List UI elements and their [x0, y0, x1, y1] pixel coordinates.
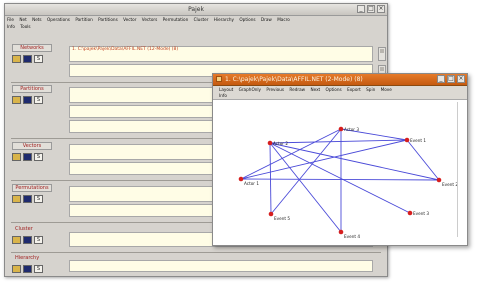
node-actor2[interactable] [267, 140, 273, 146]
hierarchy-dropdown[interactable] [69, 260, 373, 272]
vectors-icons: S [12, 153, 54, 161]
menu-spin[interactable]: Spin [366, 87, 375, 92]
networks-value: 1. C:\pajek\Pajek\Data\AFFIL.NET (12-Mod… [72, 47, 179, 52]
open-folder-icon[interactable] [12, 195, 21, 203]
draw-window-title: 1. C:\pajek\Pajek\Data\AFFIL.NET (2-Mode… [225, 76, 363, 83]
draw-side-border [457, 102, 465, 237]
node-label-event1: Event 1 [410, 138, 426, 143]
node-label-actor3: Actor 3 [344, 127, 359, 132]
edge-actor2-event3 [269, 142, 411, 214]
draw-minimize-button[interactable]: _ [437, 75, 445, 83]
save-icon[interactable] [23, 265, 32, 273]
edge-actor2-event1 [269, 139, 408, 144]
menu-vector[interactable]: Vector [123, 17, 136, 22]
menu-nets[interactable]: Nets [32, 17, 42, 22]
menu-redraw[interactable]: Redraw [289, 87, 305, 92]
hierarchy-icons: S [12, 265, 54, 273]
open-folder-icon[interactable] [12, 265, 21, 273]
menu-operations[interactable]: Operations [47, 17, 70, 22]
open-folder-icon[interactable] [12, 55, 21, 63]
networks-scrollbar[interactable] [378, 47, 386, 61]
permutations-icons: S [12, 195, 54, 203]
main-window-title: Pajek [188, 6, 204, 13]
network-canvas[interactable]: Actor 3 Actor 2 Event 1 Actor 1 Event 2 Event… [213, 100, 459, 245]
node-event2[interactable] [436, 177, 442, 183]
save-icon[interactable] [23, 55, 32, 63]
select-icon[interactable]: S [34, 236, 43, 244]
menu-vectors[interactable]: Vectors [142, 17, 158, 22]
maximize-button[interactable]: □ [367, 5, 375, 13]
select-icon[interactable]: S [34, 265, 43, 273]
node-event5[interactable] [268, 211, 274, 217]
main-menubar: File Net Nets Operations Partition Parti… [7, 17, 369, 23]
menu-file[interactable]: File [7, 17, 14, 22]
draw-maximize-button[interactable]: □ [447, 75, 455, 83]
menu-previous[interactable]: Previous [266, 87, 284, 92]
menu-permutation[interactable]: Permutation [163, 17, 189, 22]
menu-partitions[interactable]: Partitions [98, 17, 118, 22]
main-menubar-row2: Info Tools [7, 24, 35, 30]
save-icon[interactable] [23, 195, 32, 203]
open-folder-icon[interactable] [12, 96, 21, 104]
edge-actor1-event1 [240, 139, 408, 180]
draw-window: 1. C:\pajek\Pajek\Data\AFFIL.NET (2-Mode… [212, 73, 468, 246]
networks-icons: S [12, 55, 54, 63]
networks-dropdown[interactable]: 1. C:\pajek\Pajek\Data\AFFIL.NET (12-Mod… [69, 46, 386, 62]
select-icon[interactable]: S [34, 55, 43, 63]
menu-info[interactable]: Info [219, 93, 227, 99]
draw-menubar: Layout GraphOnly Previous Redraw Next Op… [213, 86, 467, 100]
menu-tools[interactable]: Tools [20, 24, 30, 29]
save-icon[interactable] [23, 96, 32, 104]
menu-cluster[interactable]: Cluster [194, 17, 209, 22]
main-titlebar[interactable]: Pajek _ □ × [5, 4, 387, 16]
menu-graphonly[interactable]: GraphOnly [239, 87, 261, 92]
node-actor3[interactable] [338, 126, 344, 132]
node-event4[interactable] [338, 229, 344, 235]
edge-actor2-event5 [269, 142, 272, 215]
node-event1[interactable] [404, 137, 410, 143]
menu-export[interactable]: Export [347, 87, 361, 92]
select-icon[interactable]: S [34, 195, 43, 203]
networks-label[interactable]: Networks [12, 44, 52, 52]
menu-draw[interactable]: Draw [261, 17, 272, 22]
node-event3[interactable] [407, 210, 413, 216]
menu-move[interactable]: Move [381, 87, 392, 92]
node-actor1[interactable] [238, 176, 244, 182]
menu-macro[interactable]: Macro [277, 17, 290, 22]
save-icon[interactable] [23, 153, 32, 161]
partitions-icons: S [12, 96, 54, 104]
draw-titlebar[interactable]: 1. C:\pajek\Pajek\Data\AFFIL.NET (2-Mode… [213, 74, 467, 86]
node-label-event2: Event 2 [442, 182, 458, 187]
cluster-icons: S [12, 236, 54, 244]
menu-next[interactable]: Next [310, 87, 320, 92]
node-label-actor2: Actor 2 [273, 141, 288, 146]
draw-menu-row: Layout GraphOnly Previous Redraw Next Op… [219, 87, 396, 93]
select-icon[interactable]: S [34, 96, 43, 104]
separator [11, 252, 381, 253]
permutations-label[interactable]: Permutations [12, 184, 52, 192]
open-folder-icon[interactable] [12, 153, 21, 161]
menu-net[interactable]: Net [19, 17, 26, 22]
hierarchy-label[interactable]: Hierarchy [12, 255, 52, 263]
draw-close-button[interactable]: × [457, 75, 465, 83]
menu-options[interactable]: Options [326, 87, 342, 92]
save-icon[interactable] [23, 236, 32, 244]
menu-options[interactable]: Options [239, 17, 255, 22]
menu-info[interactable]: Info [7, 24, 15, 29]
node-label-actor1: Actor 1 [244, 181, 259, 186]
cluster-label[interactable]: Cluster [12, 226, 52, 234]
open-folder-icon[interactable] [12, 236, 21, 244]
menu-layout[interactable]: Layout [219, 87, 233, 92]
close-button[interactable]: × [377, 5, 385, 13]
node-label-event5: Event 5 [274, 216, 290, 221]
node-label-event3: Event 3 [413, 211, 429, 216]
select-icon[interactable]: S [34, 153, 43, 161]
minimize-button[interactable]: _ [357, 5, 365, 13]
partitions-label[interactable]: Partitions [12, 85, 52, 93]
menu-hierarchy[interactable]: Hierarchy [214, 17, 234, 22]
vectors-label[interactable]: Vectors [12, 142, 52, 150]
menu-partition[interactable]: Partition [75, 17, 92, 22]
node-label-event4: Event 4 [344, 234, 360, 239]
